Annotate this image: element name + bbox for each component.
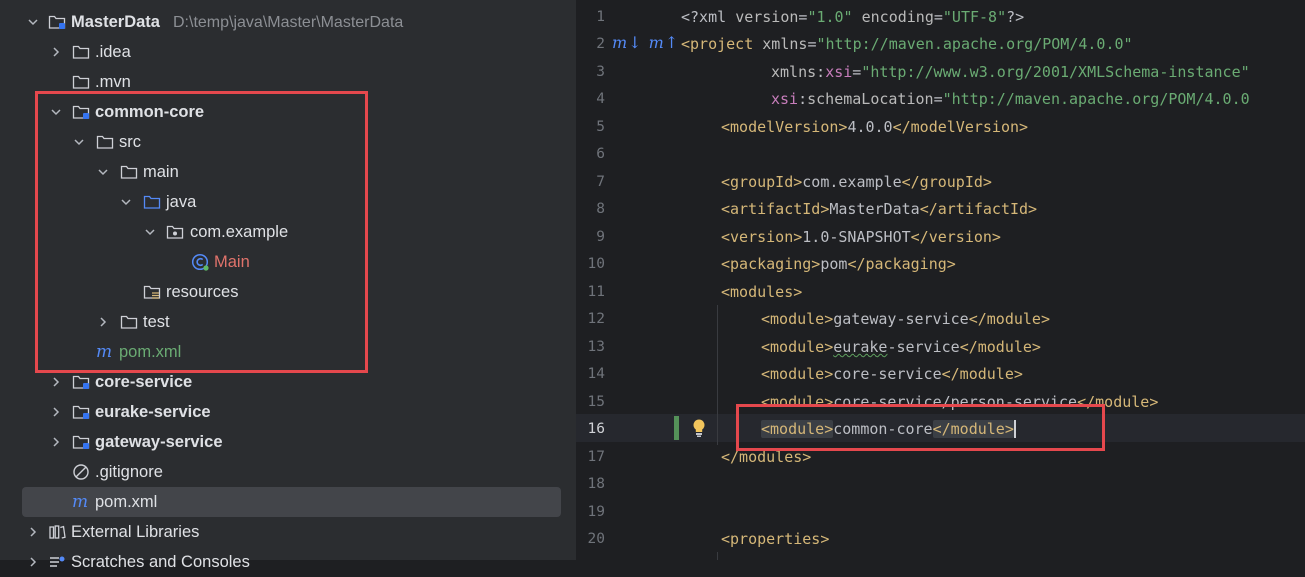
indent-guide — [717, 305, 718, 445]
tree-label: .mvn — [95, 73, 131, 91]
line-number: 8 — [596, 201, 605, 217]
chevron-right-icon[interactable] — [49, 405, 63, 419]
spelling-warning: eurake — [833, 338, 888, 356]
tree-label: .gitignore — [95, 463, 163, 481]
line-number: 6 — [596, 146, 605, 162]
line-number: 2 — [596, 36, 605, 52]
line-number: 18 — [587, 476, 605, 492]
chevron-right-icon[interactable] — [49, 435, 63, 449]
tree-row-gitignore[interactable]: .gitignore — [0, 457, 576, 487]
chevron-right-icon[interactable] — [26, 525, 40, 539]
code-line-13: <module>eurake-service</module> — [761, 338, 1041, 356]
line-number: 7 — [596, 174, 605, 190]
chevron-right-icon[interactable] — [49, 375, 63, 389]
code-line-7: <groupId>com.example</groupId> — [721, 173, 992, 191]
highlight-box-module-line — [736, 404, 1105, 451]
line-number: 14 — [587, 366, 605, 382]
line-number: 17 — [587, 449, 605, 465]
folder-icon — [72, 43, 90, 61]
line-number: 13 — [587, 339, 605, 355]
code-line-1: <?xml version="1.0" encoding="UTF-8"?> — [681, 8, 1025, 26]
code-editor[interactable]: 1 2 3 4 5 6 7 8 9 10 11 12 13 14 15 16 1… — [576, 0, 1305, 560]
code-line-2: <project xmlns="http://maven.apache.org/… — [681, 35, 1133, 53]
line-number: 10 — [587, 256, 605, 272]
maven-icon: m — [72, 493, 90, 511]
module-folder-icon — [72, 403, 90, 421]
tree-label: .idea — [95, 43, 131, 61]
project-tree-panel: MasterData D:\temp\java\Master\MasterDat… — [0, 0, 576, 571]
tree-label: core-service — [95, 373, 193, 391]
project-path: D:\temp\java\Master\MasterData — [173, 14, 404, 31]
tree-row-masterdata[interactable]: MasterData D:\temp\java\Master\MasterDat… — [0, 7, 576, 37]
tree-row-gateway-service[interactable]: gateway-service — [0, 427, 576, 457]
line-number: 4 — [596, 91, 605, 107]
chevron-down-icon[interactable] — [26, 15, 40, 29]
line-number: 20 — [587, 531, 605, 547]
line-number: 5 — [596, 119, 605, 135]
line-number: 11 — [587, 284, 605, 300]
folder-icon — [72, 73, 90, 91]
chevron-right-icon[interactable] — [26, 555, 40, 569]
code-line-10: <packaging>pom</packaging> — [721, 255, 956, 273]
code-line-11: <modules> — [721, 283, 803, 301]
module-folder-icon — [48, 13, 66, 31]
code-line-8: <artifactId>MasterData</artifactId> — [721, 200, 1038, 218]
tree-row-idea[interactable]: .idea — [0, 37, 576, 67]
module-folder-icon — [72, 373, 90, 391]
module-folder-icon — [72, 433, 90, 451]
indent-guide — [717, 552, 718, 560]
code-line-20: <properties> — [721, 530, 830, 548]
line-number-current: 16 — [587, 421, 605, 437]
scratches-icon — [48, 553, 66, 571]
tree-label: Scratches and Consoles — [71, 553, 250, 571]
code-line-5: <modelVersion>4.0.0</modelVersion> — [721, 118, 1029, 136]
code-line-14: <module>core-service</module> — [761, 365, 1023, 383]
line-number: 1 — [596, 9, 605, 25]
line-number: 19 — [587, 504, 605, 520]
tree-row-root-pom[interactable]: m pom.xml — [0, 487, 576, 517]
tree-label: eurake-service — [95, 403, 211, 421]
tree-row-scratches[interactable]: Scratches and Consoles — [0, 547, 576, 577]
ignore-file-icon — [72, 463, 90, 481]
code-line-3: xmlns:xsi="http://www.w3.org/2001/XMLSch… — [771, 63, 1250, 81]
chevron-right-icon[interactable] — [49, 45, 63, 59]
highlight-box-common-core — [35, 91, 368, 373]
svg-text:m: m — [72, 493, 88, 511]
line-number: 12 — [587, 311, 605, 327]
maven-navigate-icon[interactable]: m↓ m↑ — [612, 33, 679, 52]
change-marker[interactable] — [674, 416, 679, 440]
code-line-12: <module>gateway-service</module> — [761, 310, 1050, 328]
line-number: 15 — [587, 394, 605, 410]
code-line-9: <version>1.0-SNAPSHOT</version> — [721, 228, 1001, 246]
library-icon — [48, 523, 66, 541]
code-line-4: xsi:schemaLocation="http://maven.apache.… — [771, 90, 1250, 108]
tree-label: MasterData — [71, 13, 160, 31]
tree-label: External Libraries — [71, 523, 200, 541]
tree-label: pom.xml — [95, 493, 158, 511]
tree-label: gateway-service — [95, 433, 223, 451]
line-number: 9 — [596, 229, 605, 245]
lightbulb-icon[interactable] — [691, 418, 707, 443]
tree-row-eurake-service[interactable]: eurake-service — [0, 397, 576, 427]
line-number: 3 — [596, 64, 605, 80]
tree-row-external-libraries[interactable]: External Libraries — [0, 517, 576, 547]
